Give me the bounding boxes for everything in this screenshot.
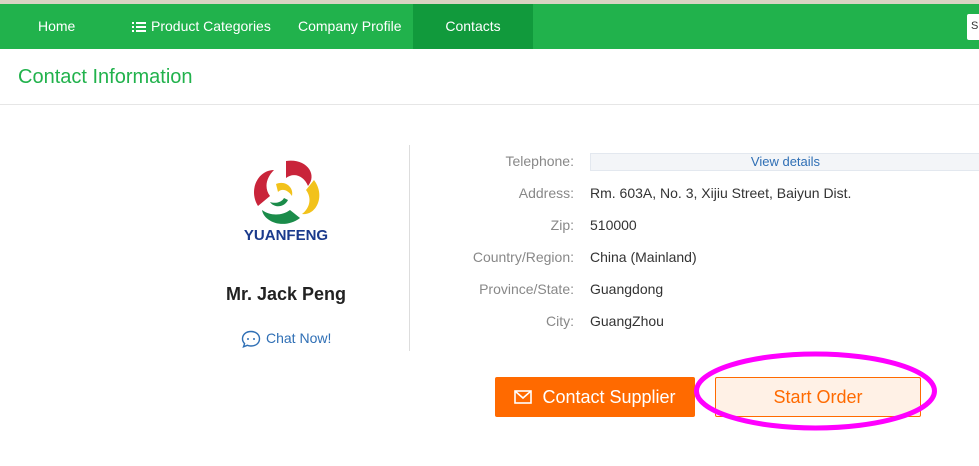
info-row-province: Province/State: Guangdong bbox=[0, 279, 979, 299]
nav-item-label: Company Profile bbox=[298, 18, 402, 34]
start-order-label: Start Order bbox=[773, 386, 863, 407]
info-value: Guangdong bbox=[590, 281, 664, 297]
view-details-link[interactable]: View details bbox=[590, 153, 979, 171]
info-label: Telephone: bbox=[505, 153, 574, 169]
nav-search-stub-text: S bbox=[971, 20, 979, 32]
info-value: GuangZhou bbox=[590, 313, 664, 329]
divider bbox=[0, 104, 979, 105]
info-row-country: Country/Region: China (Mainland) bbox=[0, 247, 979, 267]
section-title: Contact Information bbox=[18, 66, 193, 88]
info-label: City: bbox=[546, 313, 574, 329]
info-label: Province/State: bbox=[479, 281, 574, 297]
info-label: Zip: bbox=[550, 217, 574, 233]
info-value: China (Mainland) bbox=[590, 249, 697, 265]
nav-item-label: Product Categories bbox=[151, 18, 271, 34]
nav-search-stub[interactable]: S bbox=[967, 14, 979, 40]
nav-item-label: Contacts bbox=[445, 18, 501, 34]
start-order-button[interactable]: Start Order bbox=[715, 377, 921, 417]
list-icon bbox=[132, 5, 146, 50]
envelope-icon bbox=[514, 390, 533, 404]
info-row-zip: Zip: 510000 bbox=[0, 215, 979, 235]
nav-bar: Home Product Categories Company Profile … bbox=[0, 4, 979, 49]
info-label: Country/Region: bbox=[472, 249, 574, 265]
nav-item-contacts[interactable]: Contacts bbox=[413, 4, 533, 49]
nav-item-label: Home bbox=[38, 18, 76, 34]
contact-supplier-label: Contact Supplier bbox=[542, 386, 676, 407]
info-row-address: Address: Rm. 603A, No. 3, Xijiu Street, … bbox=[0, 183, 979, 203]
contact-supplier-button[interactable]: Contact Supplier bbox=[495, 377, 695, 417]
info-value: 510000 bbox=[590, 217, 637, 233]
info-value: Rm. 603A, No. 3, Xijiu Street, Baiyun Di… bbox=[590, 185, 852, 201]
info-row-city: City: GuangZhou bbox=[0, 311, 979, 331]
chat-now-label: Chat Now! bbox=[266, 330, 332, 346]
nav-item-company-profile[interactable]: Company Profile bbox=[298, 4, 402, 49]
nav-item-product-categories[interactable]: Product Categories bbox=[132, 4, 271, 49]
chat-bubble-icon bbox=[241, 331, 261, 349]
info-label: Address: bbox=[518, 185, 574, 201]
chat-now-link[interactable]: Chat Now! bbox=[241, 328, 332, 349]
nav-item-home[interactable]: Home bbox=[38, 4, 75, 49]
